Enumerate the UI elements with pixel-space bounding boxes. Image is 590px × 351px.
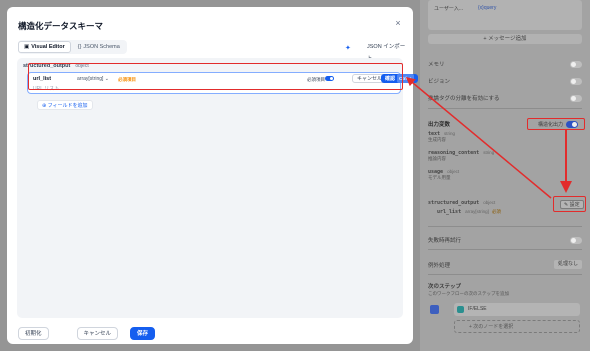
output-var-usage: usage object モデル用量 — [428, 169, 459, 181]
json-import-button[interactable]: JSON インポート — [362, 41, 413, 62]
tab-label: Visual Editor — [31, 44, 65, 50]
divider — [428, 274, 582, 275]
error-retry-toggle[interactable] — [570, 236, 582, 244]
field-type-select[interactable]: array[string] ⌄ — [77, 76, 109, 82]
next-node-card[interactable]: IF/ELSE — [454, 303, 580, 316]
required-badge: 必須 — [491, 209, 501, 214]
var-desc: 推論内容 — [428, 156, 446, 161]
output-vars-header: 出力変数 構造化出力 — [428, 120, 582, 128]
editor-tabs: ▣ Visual Editor {} JSON Schema — [18, 41, 125, 53]
layout-icon: ▣ — [24, 44, 30, 50]
vision-toggle[interactable] — [570, 77, 582, 85]
close-icon[interactable]: × — [393, 18, 403, 28]
add-field-button[interactable]: ⊕ フィールドを追加 — [37, 100, 93, 110]
structured-output-toggle[interactable] — [566, 120, 578, 128]
structured-output-var: structured_output object url_list array[st… — [428, 200, 501, 215]
field-confirm-button[interactable]: 確認 Ctrl ↵ — [381, 74, 418, 83]
confirm-label: 確認 — [385, 76, 396, 82]
schema-settings-button[interactable]: ✎ 設定 — [560, 200, 584, 209]
sparkle-icon[interactable]: ✦ — [345, 44, 351, 52]
vision-label: ビジョン — [428, 79, 451, 85]
var-type: string — [444, 131, 456, 136]
root-field: structured_output object — [23, 63, 89, 69]
output-vars-title: 出力変数 — [428, 122, 451, 128]
output-var-text: text string 生成内容 — [428, 131, 455, 143]
reasoning-tag-label: 推論タグの分離を有効にする — [428, 96, 500, 102]
structured-output-switch-group: 構造化出力 — [537, 120, 578, 128]
root-field-type: object — [75, 63, 89, 69]
reasoning-tag-toggle[interactable] — [570, 94, 582, 102]
error-handling-label: 例外処理 — [428, 262, 451, 269]
var-type: array[string] — [465, 209, 489, 214]
schema-editor: structured_output object url_list array[… — [17, 58, 418, 318]
var-type: object — [447, 169, 460, 174]
error-handling-row: 例外処理 処理なし — [428, 260, 582, 269]
memory-label: メモリ — [428, 62, 445, 68]
reset-button[interactable]: 初期化 — [18, 327, 49, 340]
variable-badge: {x}query — [478, 5, 497, 11]
add-field-label: フィールドを追加 — [47, 103, 88, 109]
select-next-node-button[interactable]: + 次のノードを選択 — [454, 320, 580, 333]
settings-label: 設定 — [569, 202, 580, 208]
field-edit-card: url_list array[string] ⌄ 必須項目 URL リスト 必須… — [27, 72, 418, 94]
shortcut-hint: Ctrl ↵ — [397, 74, 414, 83]
structured-output-label: 構造化出力 — [537, 121, 563, 128]
pencil-icon: ✎ — [564, 202, 569, 208]
plus-circle-icon: ⊕ — [42, 103, 47, 109]
var-desc: モデル用量 — [428, 175, 451, 180]
var-type: string — [483, 150, 495, 155]
var-name: url_list — [437, 209, 462, 215]
tab-label: JSON Schema — [83, 44, 120, 50]
error-retry-label: 失敗時再試行 — [428, 238, 462, 244]
tab-json-schema[interactable]: {} JSON Schema — [73, 41, 125, 53]
var-type: object — [483, 200, 496, 205]
error-handling-select[interactable]: 処理なし — [553, 260, 582, 269]
field-type-value: array[string] — [77, 76, 104, 82]
reasoning-tag-row: 推論タグの分離を有効にする — [428, 94, 582, 102]
required-label: 必須項目 — [307, 76, 325, 82]
required-tag: 必須項目 — [118, 76, 136, 82]
braces-icon: {} — [77, 44, 82, 50]
modal-title: 構造化データスキーマ — [18, 21, 104, 31]
error-retry-row: 失敗時再試行 — [428, 236, 582, 244]
structured-schema-modal: 構造化データスキーマ × ▣ Visual Editor {} JSON Sch… — [7, 7, 418, 344]
memory-row: メモリ — [428, 60, 582, 68]
output-var-reasoning: reasoning_content string 推論内容 — [428, 150, 494, 162]
next-step-title: 次のステップ — [428, 284, 462, 290]
current-node-icon — [430, 305, 439, 314]
divider — [428, 226, 582, 227]
field-description-input[interactable]: URL リスト — [33, 85, 59, 92]
next-node-label: IF/ELSE — [468, 306, 487, 312]
add-message-button[interactable]: + メッセージ追加 — [428, 34, 582, 44]
prompt-card: ユーザー入... {x}query — [428, 0, 582, 30]
next-step-desc: このワークフローの次のステップを追加 — [428, 291, 509, 296]
tab-visual-editor[interactable]: ▣ Visual Editor — [18, 41, 71, 53]
root-field-name: structured_output — [23, 63, 71, 69]
var-name: structured_output — [428, 200, 480, 206]
structured-child-var: url_list array[string] 必須 — [437, 209, 501, 215]
vision-row: ビジョン — [428, 77, 582, 85]
chevron-down-icon: ⌄ — [104, 76, 109, 82]
divider — [428, 249, 582, 250]
modal-footer: 初期化 キャンセル 保存 — [18, 327, 156, 340]
var-desc: 生成内容 — [428, 137, 446, 142]
required-toggle[interactable] — [325, 76, 334, 81]
prompt-card-text: ユーザー入... — [434, 6, 464, 12]
cancel-button[interactable]: キャンセル — [76, 327, 119, 340]
field-name-input[interactable]: url_list — [33, 76, 51, 82]
divider — [428, 108, 582, 109]
branch-icon — [457, 306, 464, 313]
memory-toggle[interactable] — [570, 60, 582, 68]
node-settings-panel: ユーザー入... {x}query + メッセージ追加 メモリ ビジョン 推論タ… — [420, 0, 590, 351]
save-button[interactable]: 保存 — [130, 327, 156, 340]
